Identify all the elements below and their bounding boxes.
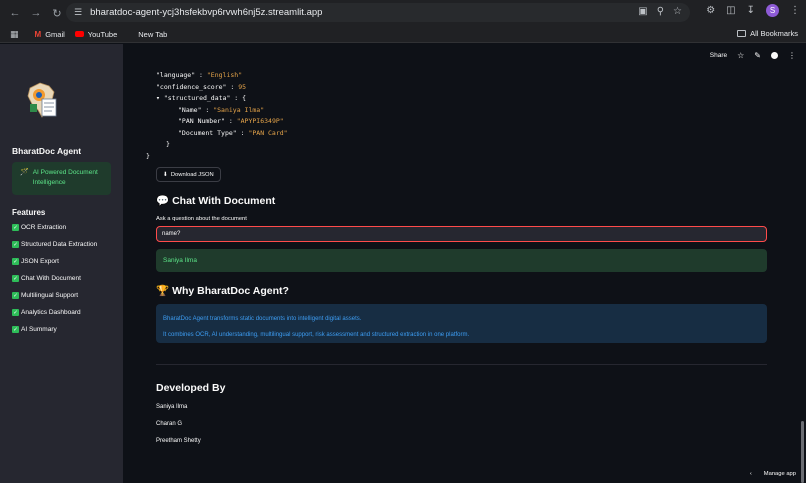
developer-name: Saniya Ilma	[156, 404, 188, 410]
feature-item: ✓ OCR Extraction	[12, 224, 67, 231]
menu-icon[interactable]: ⋮	[788, 51, 796, 60]
browser-toolbar: ← → ↻ ☰ bharatdoc-agent-ycj3hsfekbvp6rvw…	[0, 0, 806, 26]
developed-heading: Developed By	[156, 382, 226, 394]
speech-bubble-icon: 💬	[156, 195, 170, 207]
extensions-icon[interactable]: ⚙	[706, 5, 715, 16]
back-icon[interactable]: ←	[6, 4, 24, 22]
address-bar[interactable]: ☰ bharatdoc-agent-ycj3hsfekbvp6rvwh6nj5z…	[66, 3, 690, 22]
feature-item: ✓ Structured Data Extraction	[12, 241, 98, 248]
magic-wand-icon: 🪄	[20, 169, 29, 176]
why-line-2: It combines OCR, AI understanding, multi…	[163, 332, 470, 338]
download-arrow-icon: ⬇	[163, 171, 168, 178]
side-panel-icon[interactable]: ◫	[726, 5, 735, 16]
question-input[interactable]: name?	[156, 226, 767, 242]
developer-name: Charan G	[156, 421, 183, 427]
feature-item: ✓ Analytics Dashboard	[12, 309, 81, 316]
scrollbar[interactable]	[801, 421, 804, 483]
chat-heading: 💬 Chat With Document	[156, 194, 276, 208]
bookmark-new-tab[interactable]: New Tab	[129, 30, 167, 39]
forward-icon[interactable]: →	[27, 4, 45, 22]
features-heading: Features	[12, 208, 46, 217]
sidebar-title: BharatDoc Agent	[12, 146, 82, 156]
sidebar-info-text: AI Powered Document Intelligence	[32, 169, 98, 186]
zoom-icon[interactable]: ⚲	[657, 6, 664, 17]
check-icon: ✓	[12, 224, 19, 231]
json-line: "Document Type" : "PAN Card"	[178, 128, 288, 137]
gmail-icon: M	[34, 29, 42, 39]
trophy-icon: 🏆	[156, 285, 170, 297]
download-icon[interactable]: ↧	[747, 5, 755, 16]
sidebar: BharatDoc Agent 🪄 AI Powered Document In…	[0, 44, 123, 483]
bookmark-star-icon[interactable]: ☆	[673, 6, 682, 17]
json-line: "Name" : "Saniya Ilma"	[178, 105, 265, 114]
json-line: }	[146, 151, 150, 160]
feature-item: ✓ Multilingual Support	[12, 292, 79, 299]
divider	[156, 364, 767, 365]
more-menu-icon[interactable]: ⋮	[790, 5, 800, 16]
collapse-toggle-icon[interactable]: ▾	[156, 94, 160, 102]
manage-app-button[interactable]: ‹ Manage app	[750, 471, 796, 477]
json-line: "PAN Number" : "APYPI6349P"	[178, 117, 284, 125]
question-label: Ask a question about the document	[156, 216, 247, 222]
json-line: "confidence_score" : 95	[156, 82, 247, 91]
feature-item: ✓ Chat With Document	[12, 275, 81, 282]
bookmark-youtube[interactable]: YouTube	[74, 30, 117, 39]
reload-icon[interactable]: ↻	[48, 4, 66, 22]
share-button[interactable]: Share	[710, 52, 727, 59]
sidebar-info-box: 🪄 AI Powered Document Intelligence	[12, 162, 111, 195]
install-icon[interactable]: ▣	[638, 6, 647, 17]
json-line: "language" : "English"	[156, 71, 243, 79]
star-icon[interactable]: ☆	[737, 51, 744, 60]
why-heading: 🏆 Why BharatDoc Agent?	[156, 284, 289, 298]
check-icon: ✓	[12, 326, 19, 333]
check-icon: ✓	[12, 292, 19, 299]
json-viewer: "language" : "English" "confidence_score…	[146, 70, 288, 162]
feature-item: ✓ JSON Export	[12, 258, 59, 265]
edit-icon[interactable]: ✎	[754, 51, 761, 60]
site-info-icon[interactable]: ☰	[74, 7, 82, 18]
apps-icon[interactable]: ▦	[10, 29, 19, 40]
youtube-icon	[74, 31, 84, 37]
page-icon	[129, 31, 134, 37]
why-line-1: BharatDoc Agent transforms static docume…	[163, 316, 362, 322]
chevron-left-icon: ‹	[749, 471, 752, 477]
india-map-logo-icon	[27, 82, 57, 118]
feature-item: ✓ AI Summary	[12, 326, 57, 333]
url-text: bharatdoc-agent-ycj3hsfekbvp6rvwh6nj5z.s…	[90, 7, 323, 18]
bookmarks-bar: ▦ M Gmail YouTube New Tab All Bookmarks	[0, 26, 806, 43]
check-icon: ✓	[12, 258, 19, 265]
folder-icon	[737, 30, 747, 37]
bookmark-gmail[interactable]: M Gmail	[35, 30, 65, 39]
app-toolbar: Share ☆ ✎ ⋮	[710, 51, 796, 60]
check-icon: ✓	[12, 275, 19, 282]
json-line: }	[166, 140, 170, 148]
check-icon: ✓	[12, 241, 19, 248]
check-icon: ✓	[12, 309, 19, 316]
github-icon[interactable]	[771, 52, 778, 59]
avatar[interactable]: S	[766, 4, 779, 17]
all-bookmarks[interactable]: All Bookmarks	[737, 29, 798, 38]
answer-box: Saniya Ilma	[156, 249, 767, 272]
json-line: ▾ "structured_data" : {	[156, 94, 247, 102]
why-info-box: BharatDoc Agent transforms static docume…	[156, 304, 767, 343]
download-json-button[interactable]: ⬇ Download JSON	[156, 167, 221, 182]
developer-name: Preetham Shetty	[156, 438, 201, 444]
main-content: Share ☆ ✎ ⋮ "language" : "English" "conf…	[123, 44, 806, 483]
